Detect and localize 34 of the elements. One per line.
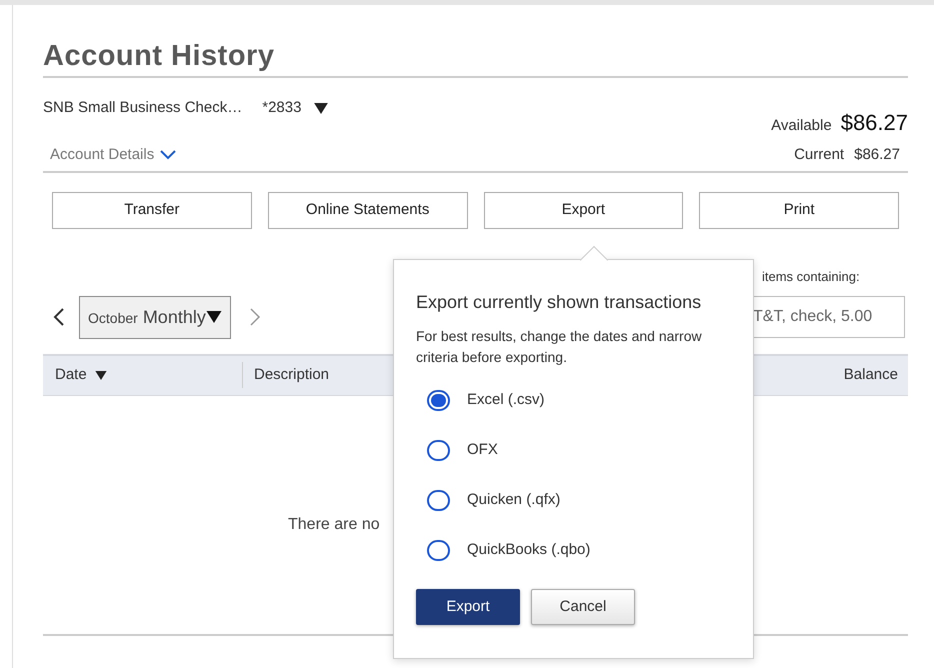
column-header[interactable]: Date (55, 364, 107, 386)
dropdown-caret-icon (206, 311, 222, 323)
format-option[interactable]: Excel (.csv) (427, 388, 731, 412)
account-number: *2833 (262, 98, 302, 118)
radio-button[interactable] (427, 490, 450, 510)
action-button[interactable]: Online Statements (268, 192, 468, 229)
chevron-down-icon (160, 150, 176, 160)
available-label: Available (771, 116, 832, 136)
account-name: SNB Small Business Check… (43, 98, 242, 118)
page-title: Account History (43, 39, 276, 73)
account-details-link[interactable]: Account Details (50, 144, 176, 166)
empty-message: There are no (288, 514, 380, 534)
radio-button[interactable] (427, 390, 450, 410)
action-button[interactable]: Print (699, 192, 899, 229)
period-dropdown[interactable]: October Monthly (79, 296, 231, 338)
format-option[interactable]: Quicken (.qfx) (427, 488, 731, 512)
dropdown-caret-icon (313, 102, 330, 114)
popover-button[interactable]: Cancel (531, 589, 635, 625)
available-balance: $86.27 (840, 109, 908, 137)
radio-button[interactable] (427, 540, 450, 560)
column-header[interactable]: Balance (844, 364, 898, 386)
column-header[interactable]: Description (254, 364, 330, 386)
sort-caret-icon (94, 370, 107, 380)
action-button[interactable]: Export (484, 192, 684, 229)
filter-label: items containing: (761, 268, 861, 286)
popover-button[interactable]: Export (416, 589, 520, 625)
current-label: Current (794, 144, 844, 165)
radio-button[interactable] (427, 440, 450, 460)
current-balance: $86.27 (854, 144, 900, 165)
format-option[interactable]: OFX (427, 438, 731, 462)
format-option[interactable]: QuickBooks (.qbo) (427, 538, 731, 562)
action-button[interactable]: Transfer (52, 192, 252, 229)
popover-title: Export currently shown transactions (416, 291, 702, 314)
popover-note: For best results, change the dates and narrow criteria before exporting. (416, 327, 703, 367)
